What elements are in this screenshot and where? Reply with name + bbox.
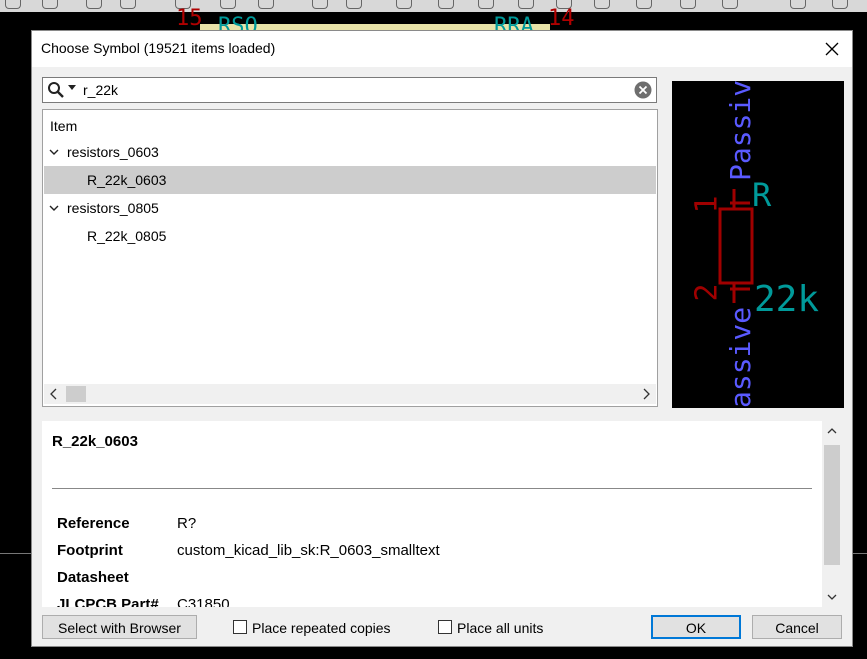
toolbar-icon[interactable] xyxy=(42,0,58,9)
schematic-wire xyxy=(0,553,31,554)
choose-symbol-dialog: Choose Symbol (19521 items loaded) Item … xyxy=(31,30,853,647)
toolbar-icon[interactable] xyxy=(478,0,494,9)
search-options-chevron-icon[interactable] xyxy=(67,84,77,92)
cancel-button[interactable]: Cancel xyxy=(752,615,842,639)
search-box xyxy=(42,77,657,103)
select-with-browser-button[interactable]: Select with Browser xyxy=(42,615,197,639)
field-name: Datasheet xyxy=(57,569,129,586)
chevron-down-icon[interactable] xyxy=(49,147,59,157)
details-divider xyxy=(52,488,812,489)
tree-item-label: resistors_0805 xyxy=(67,200,159,216)
schematic-label: 14 xyxy=(548,6,575,31)
field-value: C31850 xyxy=(177,596,230,607)
toolbar-icon[interactable] xyxy=(518,0,534,9)
field-name: Footprint xyxy=(57,542,123,559)
tree-item-label: R_22k_0805 xyxy=(87,228,167,244)
toolbar-icon[interactable] xyxy=(220,0,236,9)
toolbar-icon[interactable] xyxy=(86,0,102,9)
ok-button[interactable]: OK xyxy=(651,615,741,639)
toolbar-icon[interactable] xyxy=(346,0,362,9)
symbol-details: R_22k_0603 Reference R? Footprint custom… xyxy=(42,421,842,607)
dialog-titlebar[interactable]: Choose Symbol (19521 items loaded) xyxy=(32,31,852,67)
symbol-tree[interactable]: Item resistors_0603 R_22k_0603 resistors… xyxy=(42,109,658,407)
toolbar-icon[interactable] xyxy=(722,0,738,9)
checkbox-box[interactable] xyxy=(438,620,452,634)
field-name: JLCPCB Part# xyxy=(57,596,159,607)
tree-item-label: R_22k_0603 xyxy=(87,172,167,188)
toolbar-icon[interactable] xyxy=(790,0,806,9)
toolbar-icon[interactable] xyxy=(594,0,610,9)
search-input[interactable] xyxy=(83,81,623,99)
scrollbar-thumb[interactable] xyxy=(66,386,86,402)
close-button[interactable] xyxy=(818,35,846,63)
scrollbar-thumb[interactable] xyxy=(824,445,840,565)
toolbar-icon[interactable] xyxy=(312,0,328,9)
search-icon[interactable] xyxy=(47,81,65,99)
chevron-up-icon[interactable] xyxy=(827,427,837,435)
chevron-down-icon[interactable] xyxy=(827,593,837,601)
toolbar-icon[interactable] xyxy=(5,0,21,9)
details-title: R_22k_0603 xyxy=(52,433,138,450)
checkbox-box[interactable] xyxy=(233,620,247,634)
toolbar-icon[interactable] xyxy=(832,0,848,9)
vertical-scrollbar[interactable] xyxy=(822,421,842,607)
tree-item-label: resistors_0603 xyxy=(67,144,159,160)
horizontal-scrollbar[interactable] xyxy=(44,384,656,404)
clear-search-icon[interactable] xyxy=(634,81,652,99)
tree-item-library[interactable]: resistors_0603 xyxy=(44,138,656,166)
toolbar-icon[interactable] xyxy=(636,0,652,9)
field-value: R? xyxy=(177,515,197,532)
tree-item-symbol[interactable]: R_22k_0805 xyxy=(44,222,656,250)
close-icon xyxy=(825,42,839,56)
schematic-label: 15 xyxy=(176,6,203,31)
toolbar-icon[interactable] xyxy=(396,0,412,9)
schematic-wire xyxy=(853,553,867,554)
chevron-left-icon[interactable] xyxy=(50,388,58,400)
field-value: custom_kicad_lib_sk:R_0603_smalltext xyxy=(177,542,440,559)
tree-item-symbol[interactable]: R_22k_0603 xyxy=(44,166,656,194)
pin-number-label: 2 xyxy=(689,283,725,302)
checkbox-label: Place all units xyxy=(457,620,544,636)
reference-label: R xyxy=(752,176,772,214)
symbol-preview: Passiv assive 1 2 R 22k xyxy=(672,81,844,408)
checkbox-label: Place repeated copies xyxy=(252,620,391,636)
field-name: Reference xyxy=(57,515,130,532)
tree-column-header[interactable]: Item xyxy=(50,118,77,134)
toolbar-icon[interactable] xyxy=(438,0,454,9)
toolbar-icon[interactable] xyxy=(120,0,136,9)
dialog-title: Choose Symbol (19521 items loaded) xyxy=(41,40,276,56)
tree-item-library[interactable]: resistors_0805 xyxy=(44,194,656,222)
toolbar-icon[interactable] xyxy=(258,0,274,9)
pin-number-label: 1 xyxy=(689,195,725,214)
chevron-down-icon[interactable] xyxy=(49,203,59,213)
toolbar-icon[interactable] xyxy=(680,0,696,9)
value-label: 22k xyxy=(754,279,820,320)
chevron-right-icon[interactable] xyxy=(642,388,650,400)
resistor-symbol-graphic xyxy=(718,189,754,303)
editor-toolbar xyxy=(0,0,867,12)
